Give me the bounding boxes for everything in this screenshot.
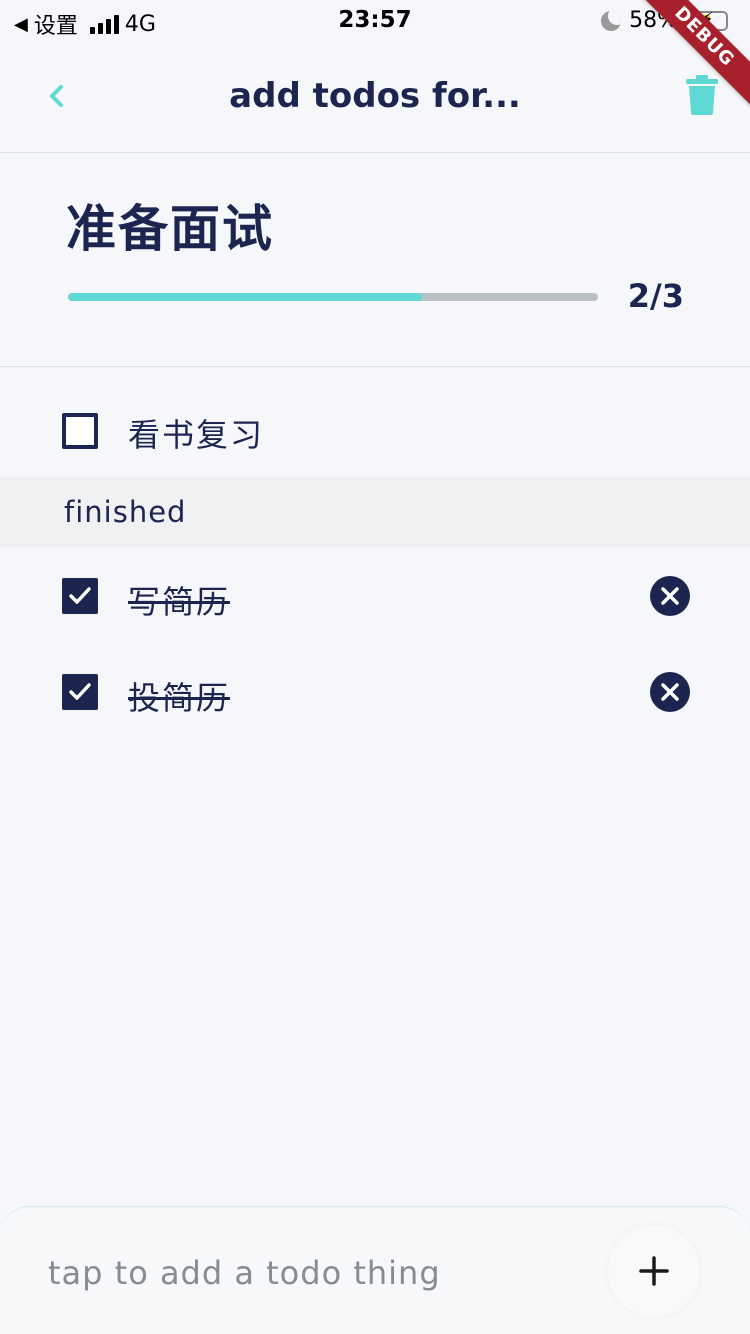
remove-item-button[interactable]	[650, 672, 690, 712]
checked-checkbox[interactable]	[62, 578, 98, 614]
page-title: add todos for...	[229, 76, 521, 116]
remove-item-button[interactable]	[650, 576, 690, 616]
app-bar: add todos for...	[0, 42, 750, 153]
status-bar: ◀ 设置 4G 23:57 58% ⚡	[0, 0, 750, 42]
checked-checkbox[interactable]	[62, 674, 98, 710]
progress-bar	[68, 293, 598, 301]
progress-count: 2/3	[627, 277, 684, 315]
close-icon	[661, 587, 679, 605]
check-icon	[69, 587, 91, 604]
trash-icon[interactable]	[686, 75, 718, 115]
list-title: 准备面试	[66, 200, 274, 258]
add-todo-button[interactable]	[608, 1225, 700, 1317]
list-header: 准备面试 2/3	[0, 153, 750, 367]
todo-item-label: 写简历	[128, 583, 231, 621]
progress-fill	[68, 293, 422, 301]
finished-todo-item[interactable]: 投简历	[0, 647, 750, 737]
check-icon	[69, 683, 91, 700]
todo-item[interactable]: 看书复习	[0, 386, 750, 476]
unchecked-checkbox[interactable]	[62, 413, 98, 449]
add-todo-input[interactable]	[48, 1249, 588, 1297]
plus-icon	[639, 1256, 669, 1286]
do-not-disturb-icon	[601, 10, 622, 31]
finished-section-header: finished	[0, 477, 750, 547]
close-icon	[661, 683, 679, 701]
finished-todo-item[interactable]: 写简历	[0, 551, 750, 641]
todo-item-label: 投简历	[128, 679, 231, 717]
todo-item-label: 看书复习	[128, 416, 265, 454]
finished-label: finished	[64, 495, 187, 529]
add-todo-bar	[0, 1206, 750, 1334]
